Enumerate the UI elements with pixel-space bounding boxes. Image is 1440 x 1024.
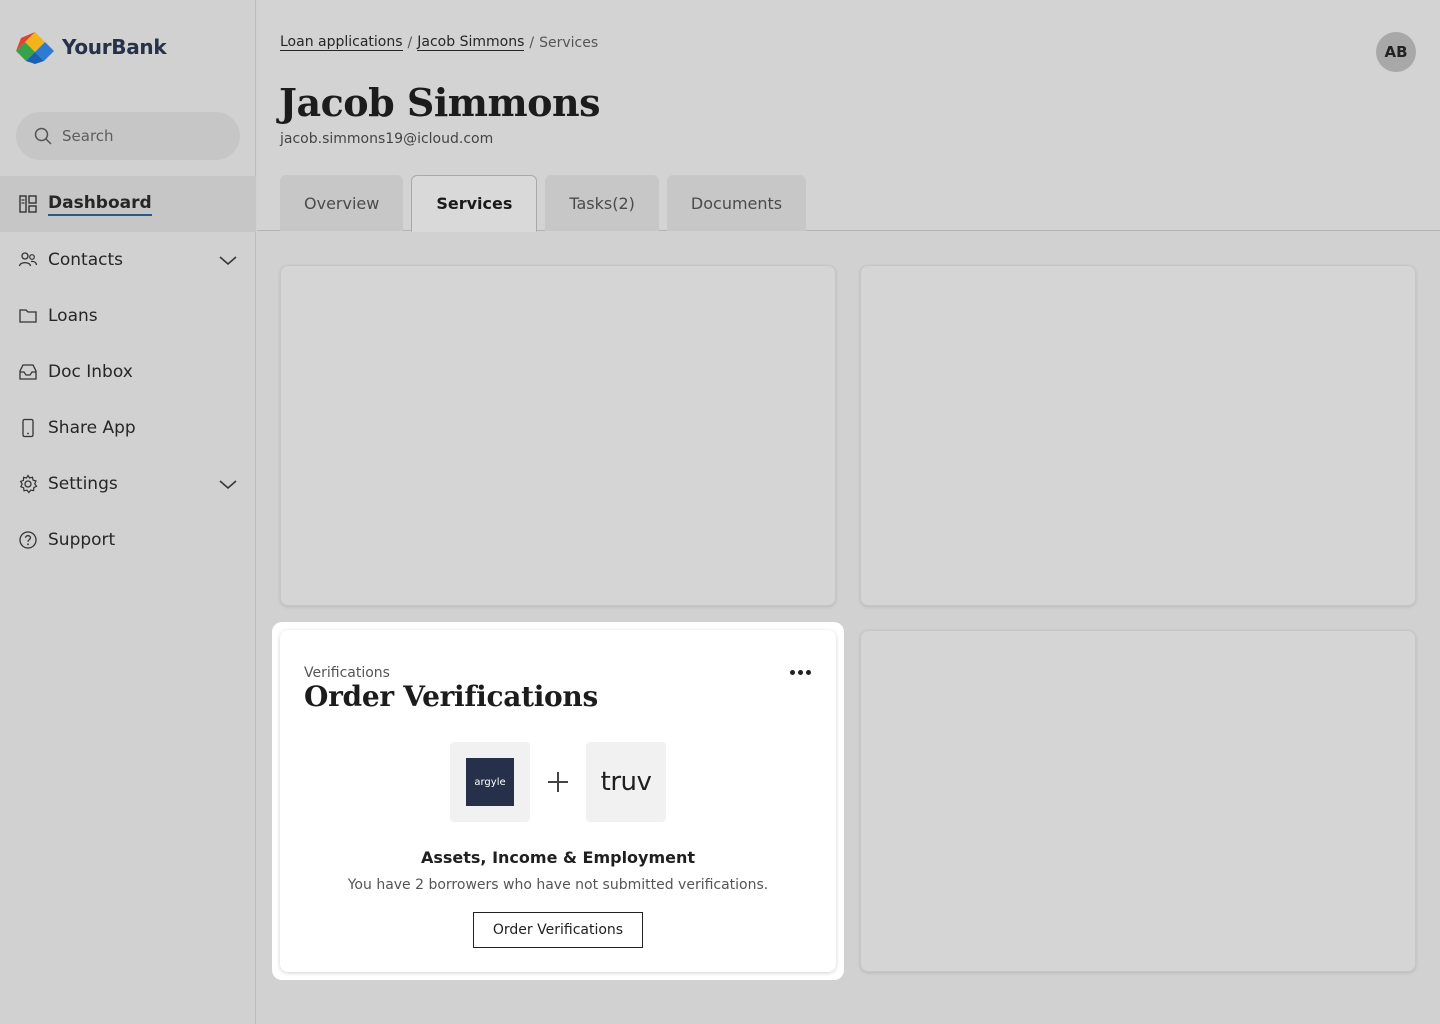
contact-email: jacob.simmons19@icloud.com xyxy=(280,131,494,147)
sidebar-item-label: Dashboard xyxy=(48,193,152,216)
plus-icon xyxy=(546,770,570,794)
sidebar-nav: Dashboard Contacts Loans Doc Inbox Share… xyxy=(0,176,256,568)
sidebar-item-settings[interactable]: Settings xyxy=(0,456,256,512)
breadcrumb-current: Services xyxy=(539,34,599,51)
sidebar-item-label: Doc Inbox xyxy=(48,362,133,382)
brand-logo[interactable]: YourBank xyxy=(16,30,167,64)
breadcrumb-separator: / xyxy=(407,34,413,51)
card-description: You have 2 borrowers who have not submit… xyxy=(347,877,769,893)
page-title: Jacob Simmons xyxy=(279,80,601,125)
gear-icon xyxy=(18,474,38,494)
search-box[interactable] xyxy=(16,112,240,160)
search-icon xyxy=(34,127,52,145)
breadcrumb-loan-applications[interactable]: Loan applications xyxy=(280,34,403,51)
placeholder-card xyxy=(860,630,1416,972)
sidebar-item-doc-inbox[interactable]: Doc Inbox xyxy=(0,344,256,400)
verification-card-highlight: Verifications Order Verifications argyle… xyxy=(272,622,844,980)
argyle-logo-tile: argyle xyxy=(450,742,530,822)
folder-icon xyxy=(18,306,38,326)
argyle-logo: argyle xyxy=(466,758,514,806)
contacts-icon xyxy=(18,250,38,270)
dashboard-icon xyxy=(18,194,38,214)
sidebar-item-label: Support xyxy=(48,530,116,550)
placeholder-card xyxy=(860,265,1416,606)
sidebar-item-label: Settings xyxy=(48,474,118,494)
breadcrumb-jacob-simmons[interactable]: Jacob Simmons xyxy=(417,34,525,51)
sidebar: YourBank Dashboard Contacts Loans xyxy=(0,0,256,1024)
order-verifications-button[interactable]: Order Verifications xyxy=(473,912,643,948)
chevron-down-icon[interactable] xyxy=(218,250,238,270)
truv-logo-tile: truv xyxy=(586,742,666,822)
breadcrumb: Loan applications / Jacob Simmons / Serv… xyxy=(280,34,598,51)
sidebar-item-support[interactable]: Support xyxy=(0,512,256,568)
avatar[interactable]: AB xyxy=(1376,32,1416,72)
card-subheading: Assets, Income & Employment xyxy=(420,848,696,867)
brand-logo-icon xyxy=(16,32,54,64)
verification-card: Verifications Order Verifications argyle… xyxy=(280,630,836,972)
search-input[interactable] xyxy=(62,127,232,145)
breadcrumb-separator: / xyxy=(529,34,535,51)
truv-logo: truv xyxy=(600,767,652,797)
sidebar-item-label: Loans xyxy=(48,306,98,326)
page-header: Loan applications / Jacob Simmons / Serv… xyxy=(257,0,1440,232)
tab-tasks[interactable]: Tasks(2) xyxy=(545,175,659,231)
brand-name: YourBank xyxy=(62,35,167,59)
help-icon xyxy=(18,530,38,550)
more-options-icon[interactable] xyxy=(786,664,814,680)
phone-icon xyxy=(18,418,38,438)
sidebar-item-label: Share App xyxy=(48,418,136,438)
tab-services[interactable]: Services xyxy=(411,175,538,232)
sidebar-item-label: Contacts xyxy=(48,250,123,270)
chevron-down-icon[interactable] xyxy=(218,474,238,494)
sidebar-item-share-app[interactable]: Share App xyxy=(0,400,256,456)
inbox-icon xyxy=(18,362,38,382)
partner-logos: argyle truv xyxy=(450,742,666,822)
tab-overview[interactable]: Overview xyxy=(280,175,404,231)
placeholder-card xyxy=(280,265,836,606)
sidebar-item-dashboard[interactable]: Dashboard xyxy=(0,176,256,232)
sidebar-item-loans[interactable]: Loans xyxy=(0,288,256,344)
tab-documents[interactable]: Documents xyxy=(666,175,807,231)
tab-bar: Overview Services Tasks(2) Documents xyxy=(280,175,807,232)
sidebar-item-contacts[interactable]: Contacts xyxy=(0,232,256,288)
main-content: Loan applications / Jacob Simmons / Serv… xyxy=(257,0,1440,1024)
card-title: Order Verifications xyxy=(304,680,598,713)
card-kicker: Verifications xyxy=(304,665,390,681)
